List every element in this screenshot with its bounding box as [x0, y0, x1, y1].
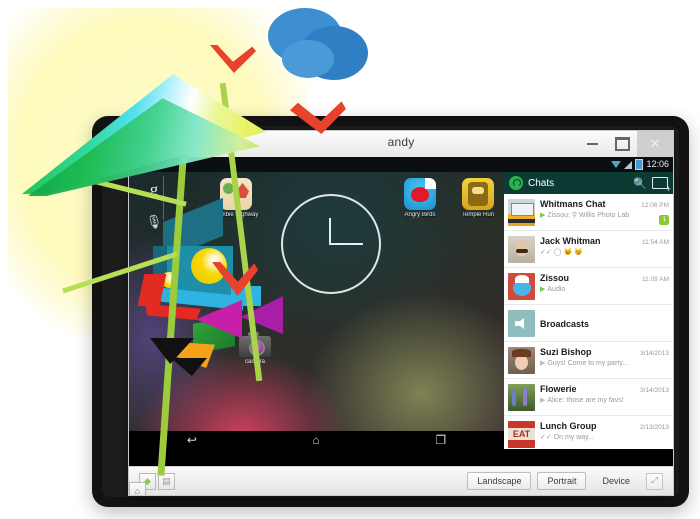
home-icon[interactable]: ⌂ — [129, 482, 146, 495]
play-icon: ▶ — [540, 212, 546, 219]
fullscreen-icon[interactable]: ⤢ — [646, 472, 663, 490]
avatar — [508, 199, 535, 226]
landscape-button[interactable]: Landscape — [467, 472, 532, 490]
android-nav-bar[interactable]: ↩ ⌂ ❐ — [129, 431, 504, 449]
emulator-window: andy ✕ 12:06 g 🎙 Zombie Highway Angry Bi… — [128, 130, 674, 496]
whatsapp-panel[interactable]: Chats 🔍 Whitmans Chat 12:06 PM ▶Zissou: … — [504, 172, 673, 449]
camera-app-icon[interactable]: camera — [237, 332, 273, 365]
app-label: Temple Run — [461, 212, 494, 218]
robot-cyan-shape — [231, 286, 261, 306]
signal-icon — [624, 160, 633, 169]
camera-icon — [239, 332, 271, 357]
avatar — [508, 310, 535, 337]
android-screen[interactable]: 12:06 g 🎙 Zombie Highway Angry Birds Tem… — [129, 157, 673, 467]
toolbar-buttons: Landscape Portrait Device ⤢ — [467, 472, 663, 490]
wifi-icon — [611, 161, 622, 168]
minimize-icon — [586, 143, 598, 145]
app-label: Angry Birds — [404, 212, 436, 218]
chat-preview: Zissou: ⚲ Willis Photo Lab — [547, 212, 630, 219]
maximize-icon — [614, 137, 630, 151]
device-button[interactable]: Device — [592, 472, 640, 490]
chat-name: Whitmans Chat — [540, 199, 606, 209]
analog-clock-widget[interactable] — [281, 194, 381, 294]
avatar — [508, 421, 535, 448]
angry-birds-icon — [404, 178, 436, 210]
chat-name: Suzi Bishop — [540, 347, 592, 357]
chat-list-item[interactable]: Suzi Bishop 3/14/2013 ▶ Guys! Come to my … — [504, 342, 673, 379]
cloud-shape-2 — [300, 26, 368, 80]
play-icon: ▶ — [540, 360, 546, 367]
chat-list-item[interactable]: Whitmans Chat 12:06 PM ▶ Zissou: ⚲ Willis… — [504, 194, 673, 231]
play-icon: ▶ — [540, 286, 546, 293]
battery-icon — [635, 159, 644, 170]
chat-time: 3/14/2013 — [640, 350, 669, 357]
chat-name: Flowerie — [540, 384, 577, 394]
search-icon[interactable]: 🔍 — [633, 177, 647, 190]
red-chevron-1 — [210, 45, 256, 73]
chat-name: Broadcasts — [540, 318, 590, 329]
window-titlebar[interactable]: andy ✕ — [129, 131, 673, 158]
emulator-toolbar: ◆ ⌂ ▤ Landscape Portrait Device ⤢ — [129, 466, 673, 495]
chat-name: Zissou — [540, 273, 570, 283]
app-icon-temple-run[interactable]: Temple Run — [453, 178, 503, 218]
robot-black-shape — [171, 358, 207, 376]
android-status-bar: 12:06 — [129, 157, 673, 172]
minimize-button[interactable] — [577, 131, 607, 157]
chat-preview: Guys! Come to my party... — [547, 359, 629, 367]
nav-home-icon[interactable]: ⌂ — [313, 434, 320, 446]
chat-list-item[interactable]: Lunch Group 2/13/2013 ✓✓ On my way... — [504, 416, 673, 449]
menu-icon[interactable]: ▤ — [158, 472, 175, 490]
chat-list-item[interactable]: Zissou 11:09 AM ▶ Audio — [504, 268, 673, 305]
android-home-screen[interactable]: g 🎙 Zombie Highway Angry Birds Temple Ru… — [129, 172, 504, 449]
new-chat-icon[interactable] — [652, 177, 671, 194]
nav-back-icon[interactable]: ↩ — [187, 434, 197, 446]
nav-recents-icon[interactable]: ❐ — [435, 434, 446, 446]
clock-minute-hand — [330, 243, 363, 245]
status-time: 12:06 — [646, 159, 669, 169]
chat-preview: ✓✓ ◯ 😺 😸 — [540, 249, 583, 256]
cloud-shape-1 — [268, 8, 342, 64]
portrait-button[interactable]: Portrait — [537, 472, 587, 490]
chat-time: 3/14/2013 — [640, 387, 669, 394]
chat-list-item[interactable]: Broadcasts — [504, 305, 673, 342]
chat-name: Jack Whitman — [540, 236, 601, 246]
chat-time: 2/13/2013 — [640, 424, 669, 431]
whatsapp-icon — [509, 176, 523, 190]
chat-preview: Audio — [547, 285, 566, 293]
avatar — [508, 347, 535, 374]
robot-red-shape-2 — [145, 304, 201, 320]
window-controls: ✕ — [577, 131, 673, 157]
chat-time: 11:09 AM — [642, 276, 669, 283]
close-button[interactable]: ✕ — [637, 131, 673, 157]
chat-list-item[interactable]: Jack Whitman 11:54 AM ✓✓ ◯ 😺 😸 — [504, 231, 673, 268]
whatsapp-title: Chats — [528, 177, 555, 189]
robot-eye-large — [191, 248, 227, 284]
clock-hour-hand — [329, 218, 331, 245]
app-icon-angry-birds[interactable]: Angry Birds — [395, 178, 445, 218]
avatar — [508, 236, 535, 263]
status-icons: 12:06 — [611, 158, 669, 171]
chat-preview: ✓✓ On my way... — [540, 434, 594, 441]
avatar — [508, 384, 535, 411]
maximize-button[interactable] — [607, 131, 637, 157]
cloud-shape-3 — [282, 40, 334, 78]
chat-preview: Alice: those are my favs! — [547, 396, 624, 404]
whatsapp-header: Chats 🔍 — [504, 172, 673, 194]
chat-time: 11:54 AM — [642, 239, 669, 246]
paper-robot-graphic: camera — [137, 197, 295, 380]
chat-time: 12:06 PM — [641, 202, 669, 209]
camera-label: camera — [244, 359, 265, 365]
avatar — [508, 273, 535, 300]
unread-badge: 1 — [659, 215, 669, 225]
chat-list-item[interactable]: Flowerie 3/14/2013 ▶ Alice: those are my … — [504, 379, 673, 416]
play-icon: ▶ — [540, 397, 546, 404]
chat-name: Lunch Group — [540, 421, 597, 431]
temple-run-icon — [462, 178, 494, 210]
toolbar-icon-group: ◆ ⌂ ▤ — [129, 472, 175, 495]
